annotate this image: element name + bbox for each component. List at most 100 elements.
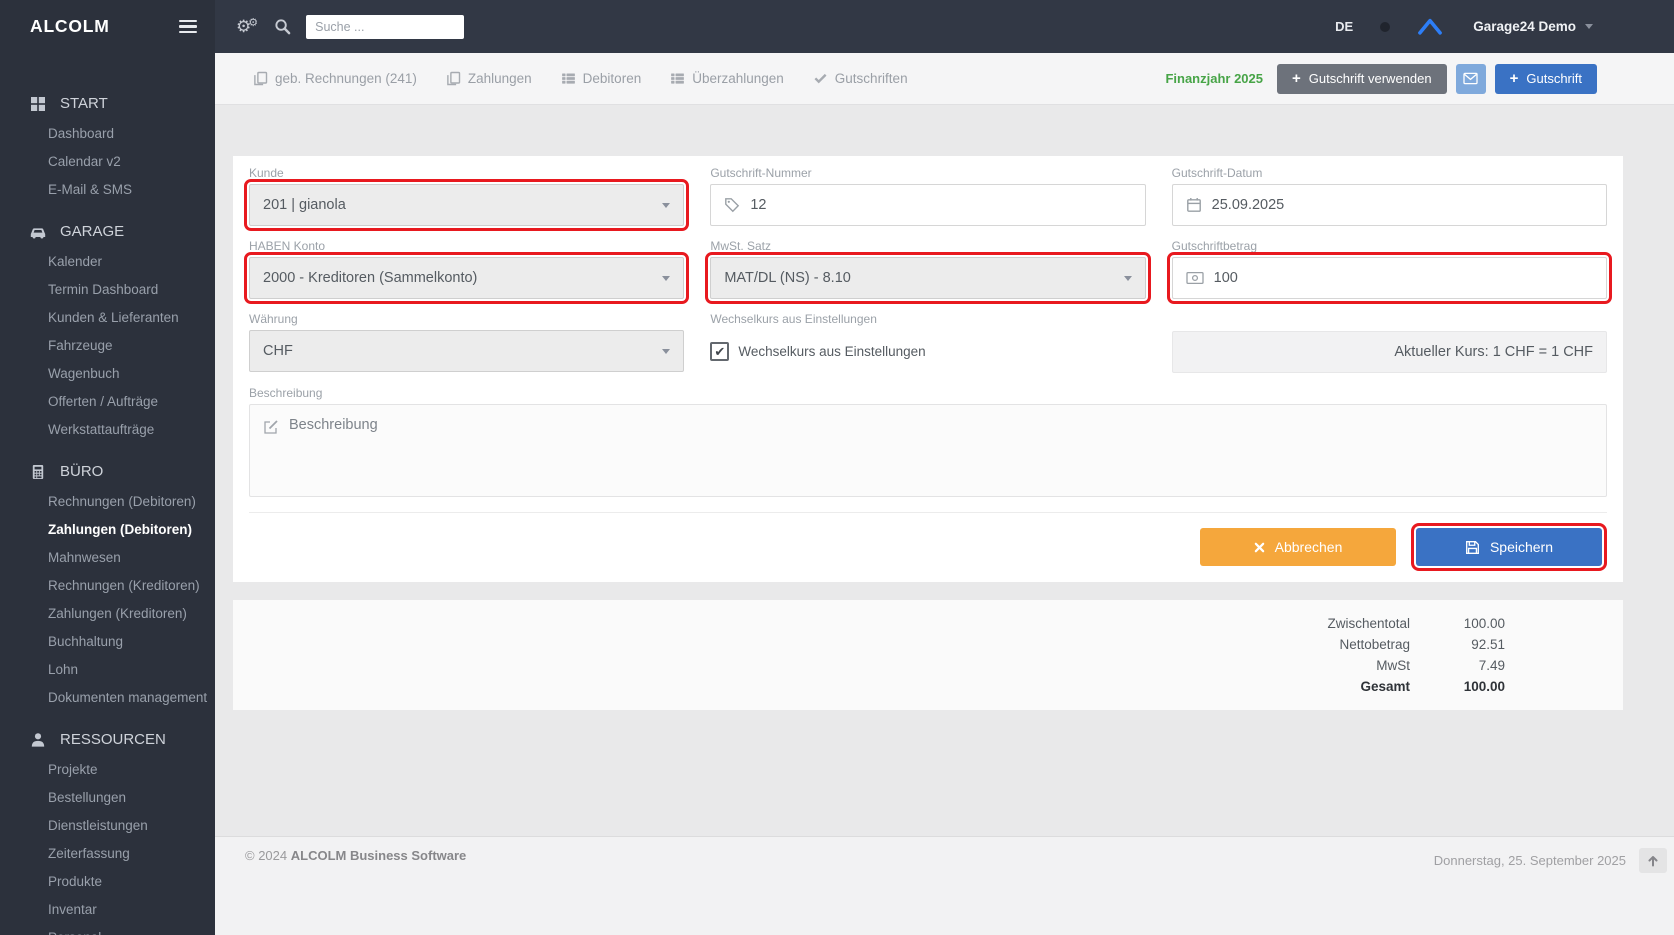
waehrung-value: CHF [263,343,293,359]
cancel-button[interactable]: Abbrechen [1200,528,1396,566]
totals-row-mwst: MwSt7.49 [249,655,1505,676]
beschreibung-placeholder: Beschreibung [289,417,378,433]
sidebar-item-calendar-v2[interactable]: Calendar v2 [0,147,215,175]
new-gutschrift-button[interactable]: + Gutschrift [1495,64,1597,94]
tabbar: geb. Rechnungen (241) Zahlungen Debitoren Ü… [215,53,1674,105]
sidebar-item-fahrzeuge[interactable]: Fahrzeuge [0,331,215,359]
footer-date: Donnerstag, 25. September 2025 [1434,853,1626,868]
sidebar: ALCOLM STARTDashboardCalendar v2E-Mail &… [0,0,215,935]
search-icon[interactable] [274,18,291,35]
tab-gutschriften[interactable]: Gutschriften [813,71,908,86]
sidebar-item-mahnwesen[interactable]: Mahnwesen [0,543,215,571]
tab-label: Überzahlungen [692,71,784,86]
x-icon [1254,542,1265,553]
pencil-icon [263,419,279,435]
tag-icon [724,197,740,213]
totals-label: MwSt [1376,655,1410,676]
scroll-top-button[interactable] [1639,848,1667,873]
sidebar-item-dienstleistungen[interactable]: Dienstleistungen [0,811,215,839]
gutschrift-form-card: Kunde 201 | gianola Gutschrift-Nummer [233,156,1623,582]
table-icon [561,71,576,86]
sidebar-item-inventar[interactable]: Inventar [0,895,215,923]
sidebar-item-dashboard[interactable]: Dashboard [0,119,215,147]
gutschrift-verwenden-button[interactable]: + Gutschrift verwenden [1277,64,1447,94]
sidebar-item-zahlungen-debitoren[interactable]: Zahlungen (Debitoren) [0,515,215,543]
sidebar-item-kalender[interactable]: Kalender [0,247,215,275]
wechselkurs-checkbox-label: Wechselkurs aus Einstellungen [738,344,925,359]
gutschriftbetrag-field: Gutschriftbetrag 100 [1172,239,1607,299]
sidebar-item-personal[interactable]: Personal [0,923,215,935]
mwst-satz-value: MAT/DL (NS) - 8.10 [724,270,851,286]
beschreibung-input[interactable]: Beschreibung [249,404,1607,497]
kunde-select[interactable]: 201 | gianola [249,184,684,226]
totals-row-zwischentotal: Zwischentotal100.00 [249,613,1505,634]
haben-konto-select[interactable]: 2000 - Kreditoren (Sammelkonto) [249,257,684,299]
table-icon [670,71,685,86]
gutschrift-datum-field: Gutschrift-Datum 25.09.2025 [1172,166,1607,226]
sidebar-item-zeiterfassung[interactable]: Zeiterfassung [0,839,215,867]
topbar: ⚙⚙ DE Garage24 Demo [215,0,1674,53]
gutschrift-nummer-input[interactable]: 12 [710,184,1145,226]
sidebar-item-werkstattauftr-ge[interactable]: Werkstattaufträge [0,415,215,443]
gutschrift-datum-input[interactable]: 25.09.2025 [1172,184,1607,226]
sidebar-item-projekte[interactable]: Projekte [0,755,215,783]
gutschrift-datum-label: Gutschrift-Datum [1172,166,1607,180]
sidebar-section-label: BÜRO [60,463,103,480]
kunde-field: Kunde 201 | gianola [249,166,684,226]
sidebar-item-dokumenten-management[interactable]: Dokumenten management [0,683,215,711]
sidebar-section-header-b-ro[interactable]: BÜRO [0,456,215,487]
notification-dot [1380,22,1390,32]
save-label: Speichern [1490,539,1553,555]
sidebar-item-produkte[interactable]: Produkte [0,867,215,895]
tab-berzahlungen[interactable]: Überzahlungen [670,71,784,86]
sidebar-section-b-ro: BÜRO Rechnungen (Debitoren)Zahlungen (Deb… [0,456,215,711]
cancel-label: Abbrechen [1275,539,1343,555]
search-input[interactable] [306,15,464,39]
totals-label: Zwischentotal [1327,613,1410,634]
tab-debitoren[interactable]: Debitoren [561,71,642,86]
totals-list: Zwischentotal100.00Nettobetrag92.51MwSt7… [249,613,1505,697]
sidebar-section-ressourcen: RESSOURCEN ProjekteBestellungenDienstleis… [0,724,215,935]
clone-icon [446,71,461,86]
sidebar-item-rechnungen-debitoren[interactable]: Rechnungen (Debitoren) [0,487,215,515]
waehrung-select[interactable]: CHF [249,330,684,372]
wechselkurs-field: Wechselkurs aus Einstellungen ✔ Wechselk… [710,312,1145,373]
sidebar-section-header-ressourcen[interactable]: RESSOURCEN [0,724,215,755]
gutschrift-datum-value: 25.09.2025 [1212,197,1285,213]
sidebar-item-lohn[interactable]: Lohn [0,655,215,683]
tab-geb-rechnungen-241[interactable]: geb. Rechnungen (241) [253,71,417,86]
sidebar-item-rechnungen-kreditoren[interactable]: Rechnungen (Kreditoren) [0,571,215,599]
wechselkurs-checkbox[interactable]: ✔ [710,342,729,361]
chevron-down-icon [662,349,670,354]
sidebar-item-e-mail-sms[interactable]: E-Mail & SMS [0,175,215,203]
sidebar-section-label: START [60,95,108,112]
sidebar-item-wagenbuch[interactable]: Wagenbuch [0,359,215,387]
sidebar-item-zahlungen-kreditoren[interactable]: Zahlungen (Kreditoren) [0,599,215,627]
sidebar-item-termin-dashboard[interactable]: Termin Dashboard [0,275,215,303]
email-button[interactable] [1456,64,1486,94]
gutschriftbetrag-input[interactable]: 100 [1172,257,1607,299]
sidebar-item-buchhaltung[interactable]: Buchhaltung [0,627,215,655]
save-button[interactable]: Speichern [1416,528,1602,566]
language-selector[interactable]: DE [1335,19,1353,34]
sidebar-section-header-garage[interactable]: GARAGE [0,216,215,247]
settings-gears-icon[interactable]: ⚙⚙ [236,18,258,36]
tab-zahlungen[interactable]: Zahlungen [446,71,532,86]
plus-icon: + [1292,71,1301,86]
kunde-value: 201 | gianola [263,197,346,213]
sidebar-item-kunden-lieferanten[interactable]: Kunden & Lieferanten [0,303,215,331]
sidebar-item-bestellungen[interactable]: Bestellungen [0,783,215,811]
totals-label: Gesamt [1360,676,1410,697]
sidebar-section-label: RESSOURCEN [60,731,166,748]
clone-icon [253,71,268,86]
sidebar-section-header-start[interactable]: START [0,88,215,119]
sidebar-item-offerten-auftr-ge[interactable]: Offerten / Aufträge [0,387,215,415]
menu-toggle-icon[interactable] [179,20,197,34]
totals-card: Zwischentotal100.00Nettobetrag92.51MwSt7… [233,600,1623,710]
account-menu[interactable]: Garage24 Demo [1473,19,1593,34]
brand-chevron-icon [1417,18,1443,35]
mwst-satz-select[interactable]: MAT/DL (NS) - 8.10 [710,257,1145,299]
content-area: Kunde 201 | gianola Gutschrift-Nummer [215,105,1674,836]
tab-list: geb. Rechnungen (241) Zahlungen Debitoren Ü… [253,71,908,86]
copyright: © 2024 ALCOLM Business Software [245,848,466,863]
